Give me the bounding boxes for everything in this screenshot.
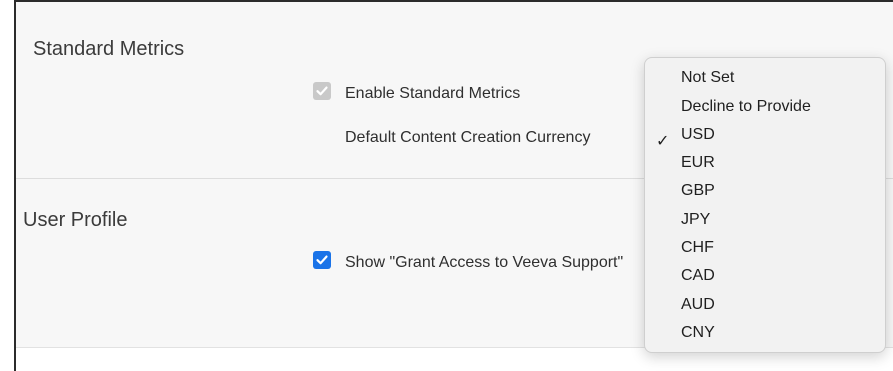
currency-option-usd[interactable]: USD — [681, 126, 715, 144]
checkmark-icon — [316, 255, 328, 265]
enable-standard-metrics-checkbox[interactable] — [313, 82, 331, 100]
currency-option-chf[interactable]: CHF — [681, 239, 714, 257]
currency-option-cad[interactable]: CAD — [681, 267, 715, 285]
enable-standard-metrics-label: Enable Standard Metrics — [345, 85, 521, 102]
currency-option-decline[interactable]: Decline to Provide — [681, 98, 811, 116]
selected-checkmark-icon: ✓ — [656, 133, 670, 150]
currency-option-aud[interactable]: AUD — [681, 296, 715, 314]
currency-dropdown-menu[interactable]: ✓ Not Set Decline to Provide USD EUR GBP… — [644, 57, 886, 353]
currency-option-not-set[interactable]: Not Set — [681, 69, 734, 87]
grant-access-label: Show "Grant Access to Veeva Support" — [345, 254, 624, 271]
window-border-top — [14, 0, 893, 2]
grant-access-checkbox[interactable] — [313, 251, 331, 269]
standard-metrics-title: Standard Metrics — [33, 38, 185, 60]
currency-option-eur[interactable]: EUR — [681, 154, 715, 172]
currency-option-cny[interactable]: CNY — [681, 324, 715, 342]
currency-option-gbp[interactable]: GBP — [681, 182, 715, 200]
default-currency-label: Default Content Creation Currency — [345, 129, 591, 146]
window-border-left — [14, 0, 16, 371]
user-profile-title: User Profile — [23, 209, 128, 231]
settings-window: Standard Metrics Enable Standard Metrics… — [0, 0, 893, 371]
checkmark-icon — [316, 86, 328, 96]
currency-option-jpy[interactable]: JPY — [681, 211, 710, 229]
